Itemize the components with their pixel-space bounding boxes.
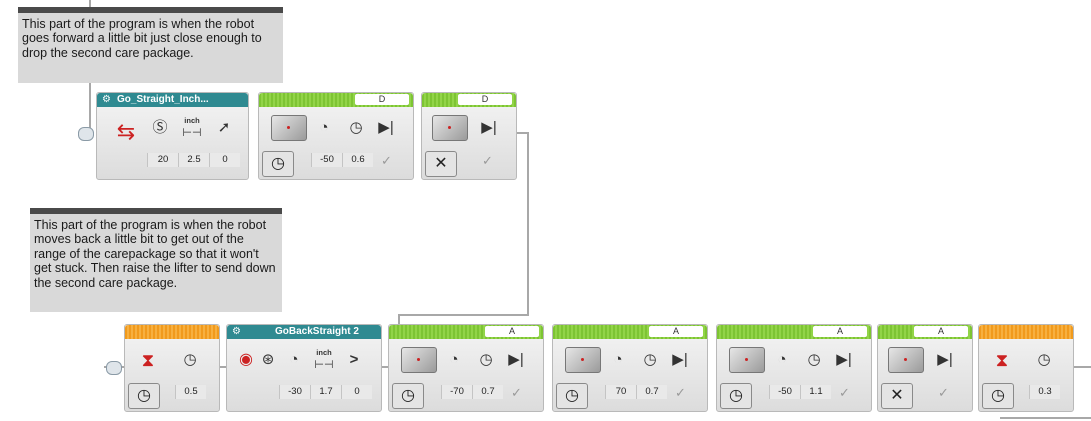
myblock-value[interactable]: 1.7: [310, 385, 341, 399]
speedometer-icon: ◔: [319, 119, 329, 136]
mode-selector-timer-icon[interactable]: ◷: [556, 383, 588, 409]
brake-icon: ▶|: [378, 119, 394, 136]
wait-block-header: [125, 325, 219, 339]
row2-connector[interactable]: [106, 361, 122, 375]
ruler-icon: ⊢⊣: [314, 359, 334, 371]
direction-icon: ➚: [217, 119, 231, 136]
speedometer-icon: ◔: [613, 351, 623, 368]
comment-box-1[interactable]: This part of the program is when the rob…: [18, 7, 283, 83]
hourglass-icon: ⧗: [995, 350, 1009, 370]
check-icon[interactable]: ✓: [938, 385, 949, 401]
mode-selector-timer-icon[interactable]: ◷: [262, 151, 294, 177]
comment-text: This part of the program is when the rob…: [34, 218, 276, 290]
stopwatch-icon: ◷: [807, 351, 821, 368]
gear-icon: ⚙: [232, 326, 241, 337]
comment-text: This part of the program is when the rob…: [22, 17, 262, 60]
medium-motor-icon: [271, 115, 307, 141]
check-icon[interactable]: ✓: [511, 385, 522, 401]
seconds-value[interactable]: 0.7: [472, 385, 503, 399]
check-icon[interactable]: ✓: [381, 153, 392, 169]
medium-motor-block-a-off[interactable]: A ▶| ✕ ✓: [877, 324, 973, 412]
medium-motor-block-d[interactable]: D ◔ ◷ ▶| ◷ -50 0.6 ✓: [258, 92, 414, 180]
myblock-title: Go_Straight_Inch...: [117, 94, 209, 105]
port-label[interactable]: D: [458, 94, 512, 105]
mode-selector-timer-icon[interactable]: ◷: [982, 383, 1014, 409]
speedometer-icon: ◔: [777, 351, 787, 368]
seconds-value[interactable]: 1.1: [800, 385, 831, 399]
sequence-wire-horizontal-link: [398, 314, 529, 316]
myblock-value[interactable]: 0: [341, 385, 372, 399]
mode-selector-timer-icon[interactable]: ◷: [128, 383, 160, 409]
speedometer-icon: ◔: [449, 351, 459, 368]
mode-selector-timer-icon[interactable]: ◷: [720, 383, 752, 409]
stopwatch-icon: ◷: [183, 351, 197, 368]
brake-icon: ▶|: [836, 351, 852, 368]
check-icon[interactable]: ✓: [675, 385, 686, 401]
check-icon[interactable]: ✓: [839, 385, 850, 401]
stopwatch-icon: ◷: [479, 351, 493, 368]
port-label[interactable]: D: [355, 94, 409, 105]
medium-motor-block-a-3[interactable]: A ◔ ◷ ▶| ◷ -50 1.1 ✓: [716, 324, 872, 412]
myblock-value[interactable]: 2.5: [178, 153, 209, 167]
myblock-value[interactable]: 20: [147, 153, 178, 167]
ruler-icon: ⊢⊣: [182, 127, 202, 139]
wait-time-block-2[interactable]: ⧗ ◷ ◷ 0.3: [978, 324, 1074, 412]
comment-box-2[interactable]: This part of the program is when the rob…: [30, 208, 282, 312]
mode-selector-off-icon[interactable]: ✕: [425, 151, 457, 177]
myblock-go-back-straight[interactable]: ⚙ GoBackStraight 2 ◉ ⊛ ◔ inch ⊢⊣ > -30 1…: [226, 324, 382, 412]
stopwatch-icon: ◷: [349, 119, 363, 136]
medium-motor-icon: [729, 347, 765, 373]
question-gauge-icon: Ⓢ: [152, 119, 168, 136]
power-value[interactable]: -50: [311, 153, 342, 167]
wait-block-header: [979, 325, 1073, 339]
port-label[interactable]: A: [649, 326, 703, 337]
myblock-go-straight-inch[interactable]: ⚙ Go_Straight_Inch... ⇆ Ⓢ inch ⊢⊣ ➚ 20 2…: [96, 92, 249, 180]
gear-icon: ⚙: [102, 94, 111, 105]
medium-motor-block-a-2[interactable]: A ◔ ◷ ▶| ◷ 70 0.7 ✓: [552, 324, 708, 412]
start-connector[interactable]: [78, 127, 94, 141]
myblock-value[interactable]: 0: [209, 153, 240, 167]
sequence-wire-bottom: [1000, 417, 1091, 419]
brake-icon: ▶|: [672, 351, 688, 368]
port-label[interactable]: A: [485, 326, 539, 337]
check-icon[interactable]: ✓: [482, 153, 493, 169]
port-label[interactable]: A: [813, 326, 867, 337]
wait-time-block-1[interactable]: ⧗ ◷ ◷ 0.5: [124, 324, 220, 412]
seconds-value[interactable]: 0.5: [175, 385, 206, 399]
myblock-title: GoBackStraight 2: [275, 326, 359, 337]
steering-wheel-icon: ⊛: [261, 351, 275, 368]
brake-icon: ▶|: [481, 119, 497, 136]
power-value[interactable]: -50: [769, 385, 800, 399]
compare-symbol: >: [349, 351, 359, 368]
myblock-icon: ⇆: [116, 119, 136, 144]
medium-motor-block-d-off[interactable]: D ▶| ✕ ✓: [421, 92, 517, 180]
seconds-value[interactable]: 0.3: [1029, 385, 1060, 399]
mode-selector-off-icon[interactable]: ✕: [881, 383, 913, 409]
stopwatch-icon: ◷: [1037, 351, 1051, 368]
medium-motor-icon: [565, 347, 601, 373]
seconds-value[interactable]: 0.6: [342, 153, 373, 167]
medium-motor-icon: [888, 347, 924, 373]
myblock-icon: ◉: [239, 351, 253, 368]
power-value[interactable]: 70: [605, 385, 636, 399]
brake-icon: ▶|: [937, 351, 953, 368]
medium-motor-block-a-1[interactable]: A ◔ ◷ ▶| ◷ -70 0.7 ✓: [388, 324, 544, 412]
power-value[interactable]: -70: [441, 385, 472, 399]
medium-motor-icon: [401, 347, 437, 373]
brake-icon: ▶|: [508, 351, 524, 368]
mode-selector-timer-icon[interactable]: ◷: [392, 383, 424, 409]
hourglass-icon: ⧗: [141, 350, 155, 370]
speedometer-icon: ◔: [289, 351, 299, 368]
myblock-value[interactable]: -30: [279, 385, 310, 399]
stopwatch-icon: ◷: [643, 351, 657, 368]
sequence-wire-vertical-link: [527, 132, 529, 316]
seconds-value[interactable]: 0.7: [636, 385, 667, 399]
port-label[interactable]: A: [914, 326, 968, 337]
medium-motor-icon: [432, 115, 468, 141]
